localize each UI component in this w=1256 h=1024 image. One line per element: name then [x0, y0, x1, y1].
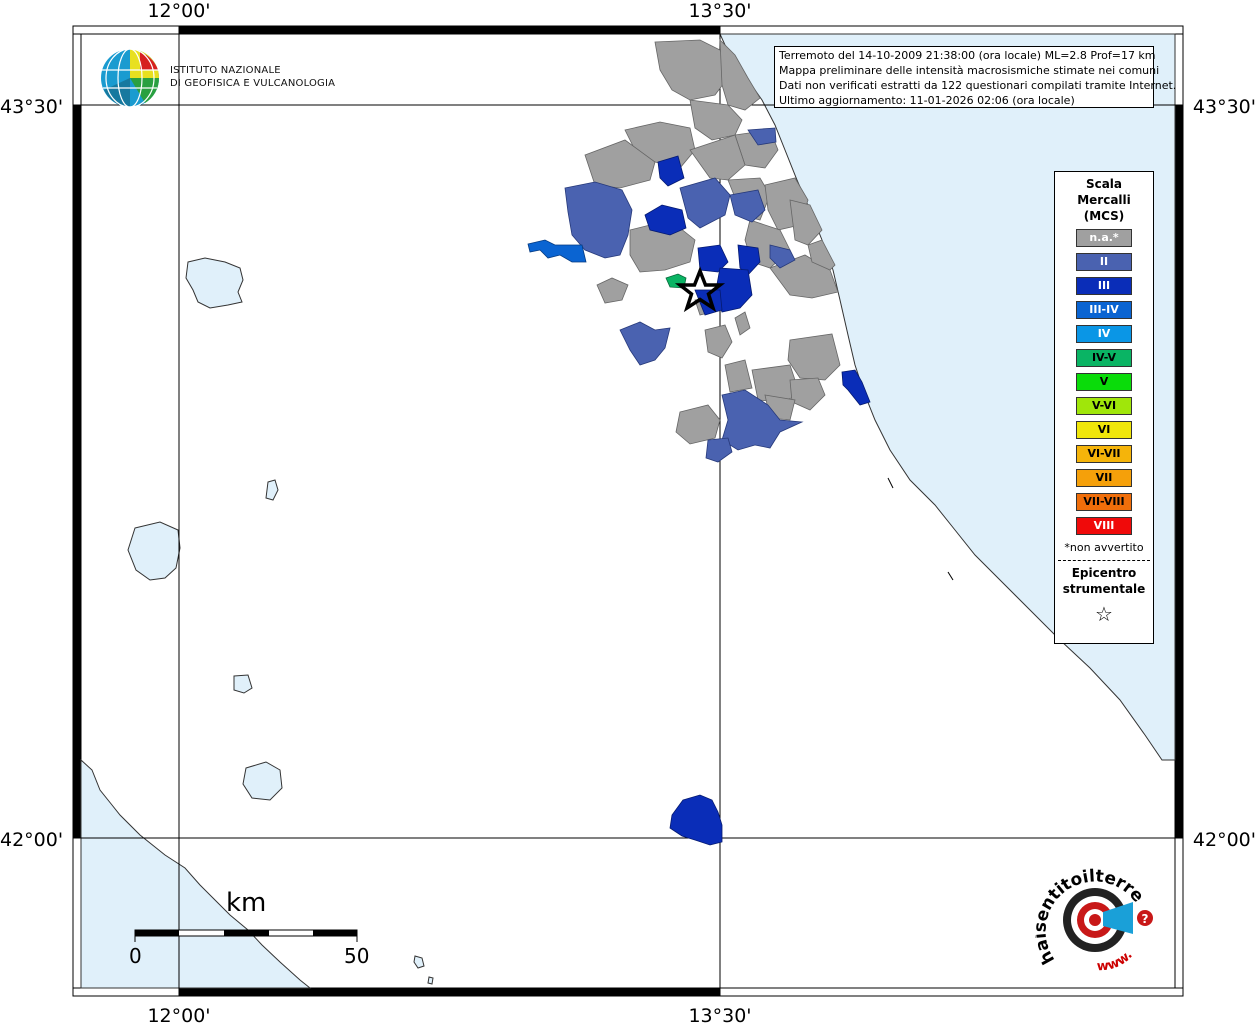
frame-left-black [73, 105, 81, 838]
legend-title: Scala Mercalli (MCS) [1055, 176, 1153, 224]
coord-bottom-left: 12°00' [147, 1005, 210, 1024]
event-info-box: Terremoto del 14-10-2009 21:38:00 (ora l… [774, 46, 1177, 108]
legend-title-1: Scala [1085, 177, 1123, 191]
legend-swatch: n.a.* [1076, 229, 1132, 247]
legend-swatch: VII [1076, 469, 1132, 487]
scale-unit: km [226, 888, 267, 918]
event-info-line4: Ultimo aggiornamento: 11-01-2026 02:06 (… [779, 94, 1075, 107]
mcs-legend: Scala Mercalli (MCS) n.a.* II III III-IV IV I… [1054, 171, 1154, 644]
event-info-line3: Dati non verificati estratti da 122 ques… [779, 79, 1177, 92]
legend-swatch: VI-VII [1076, 445, 1132, 463]
frame-right-black [1175, 105, 1183, 838]
coord-right-top: 43°30' [1193, 96, 1256, 118]
legend-swatch: V [1076, 373, 1132, 391]
legend-swatch: VII-VIII [1076, 493, 1132, 511]
ingv-name-line1: ISTITUTO NAZIONALE [170, 65, 281, 76]
legend-epicenter-1: Epicentro [1071, 566, 1137, 580]
coord-left-top: 43°30' [0, 96, 63, 118]
legend-swatch: II [1076, 253, 1132, 271]
legend-star-icon: ☆ [1095, 602, 1113, 626]
legend-swatch: IV [1076, 325, 1132, 343]
event-info-line1: Terremoto del 14-10-2009 21:38:00 (ora l… [779, 49, 1156, 62]
legend-title-2: Mercalli [1077, 193, 1131, 207]
svg-text:www.: www. [1096, 948, 1135, 975]
legend-swatch: III [1076, 277, 1132, 295]
scale-max: 50 [344, 944, 370, 968]
haisentito-url: www. [1096, 948, 1135, 975]
coord-bottom-right: 13°30' [688, 1005, 751, 1024]
legend-swatch: III-IV [1076, 301, 1132, 319]
legend-not-felt: *non avvertito [1064, 541, 1144, 554]
legend-swatch: V-VI [1076, 397, 1132, 415]
coord-left-bottom: 42°00' [0, 829, 63, 851]
legend-items: n.a.* II III III-IV IV IV-V V V-VI VI VI-VII VII VI… [1055, 229, 1153, 535]
ingv-name-line2: DI GEOFISICA E VULCANOLOGIA [170, 78, 336, 89]
event-info-line2: Mappa preliminare delle intensità macros… [779, 64, 1160, 77]
frame-top-black [179, 26, 720, 34]
legend-epicenter-2: strumentale [1062, 582, 1146, 596]
frame-bottom-black [179, 988, 720, 996]
legend-title-3: (MCS) [1083, 209, 1125, 223]
legend-epicenter: Epicentro strumentale [1055, 565, 1153, 597]
coord-top-left: 12°00' [147, 0, 210, 22]
question-mark: ? [1142, 912, 1149, 926]
coord-right-bottom: 42°00' [1193, 829, 1256, 851]
ingv-name: ISTITUTO NAZIONALE DI GEOFISICA E VULCAN… [170, 64, 335, 90]
legend-swatch: VIII [1076, 517, 1132, 535]
legend-swatch: IV-V [1076, 349, 1132, 367]
haisentito-logo[interactable]: haisentitoilterremoto.it www. ? [1035, 862, 1165, 982]
scale-min: 0 [129, 944, 142, 968]
ingv-logo-icon [101, 48, 160, 108]
legend-divider [1058, 560, 1150, 561]
coord-top-right: 13°30' [688, 0, 751, 22]
lake-small-2 [427, 976, 434, 985]
legend-swatch: VI [1076, 421, 1132, 439]
